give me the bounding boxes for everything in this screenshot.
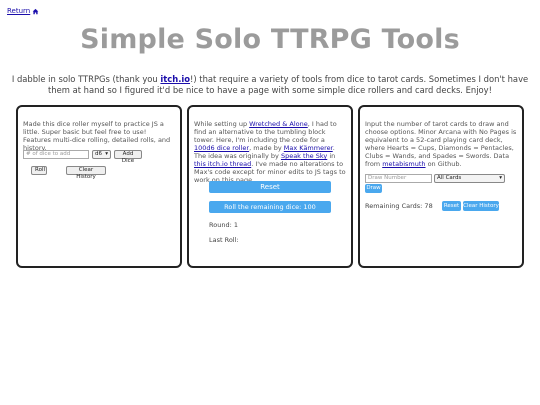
return-label: Return [7, 7, 31, 15]
draw-button[interactable]: Draw [365, 184, 382, 193]
die-type-select[interactable]: d6 ▾ [92, 150, 111, 159]
roll-button[interactable]: Roll [31, 166, 47, 175]
clear-history-button[interactable]: Clear History [66, 166, 106, 180]
reset-button[interactable]: Reset [209, 181, 331, 193]
tarot-panel: Input the number of tarot cards to draw … [358, 105, 524, 268]
home-icon [32, 8, 39, 14]
num-dice-input[interactable]: # of dice to add [23, 150, 89, 159]
itch-io-link[interactable]: itch.io [160, 74, 190, 84]
draw-number-input[interactable]: Draw Number [365, 174, 432, 183]
tower-text-3: , made by [249, 144, 284, 152]
remaining-cards: Remaining Cards: 78 [365, 202, 433, 210]
tarot-text-2: on Github. [425, 160, 462, 168]
last-roll-label: Last Roll: [209, 236, 239, 244]
die-type-value: d6 [95, 151, 102, 157]
roll-remaining-button[interactable]: Roll the remaining dice: 100 [209, 201, 331, 213]
add-dice-button[interactable]: Add Dice [114, 150, 142, 164]
wretched-alone-link[interactable]: Wretched & Alone [249, 120, 308, 128]
dice-roller-link[interactable]: 100d6 dice roller [194, 144, 249, 152]
chevron-down-icon: ▾ [105, 151, 108, 157]
speak-the-sky-link[interactable]: Speak the Sky [281, 152, 327, 160]
tower-text-1: While setting up [194, 120, 250, 128]
dice-roller-description: Made this dice roller myself to practice… [23, 120, 171, 152]
itch-thread-link[interactable]: this itch.io thread [194, 160, 251, 168]
tower-text-5: in [327, 152, 336, 160]
card-options-select[interactable]: All Cards ▾ [434, 174, 505, 183]
tarot-description: Input the number of tarot cards to draw … [365, 120, 517, 168]
page-title: Simple Solo TTRPG Tools [80, 24, 460, 55]
dice-roller-panel: Made this dice roller myself to practice… [16, 105, 182, 268]
tarot-clear-history-button[interactable]: Clear History [463, 201, 499, 211]
tower-alternative-panel: While setting up Wretched & Alone, I had… [187, 105, 353, 268]
intro-part-1: I dabble in solo TTRPGs (thank you [11, 74, 161, 84]
tower-description: While setting up Wretched & Alone, I had… [194, 120, 346, 184]
return-link[interactable]: Return [7, 7, 39, 15]
card-option-value: All Cards [437, 175, 462, 181]
round-counter: Round: 1 [209, 221, 238, 229]
metabismuth-link[interactable]: metabismuth [382, 160, 425, 168]
max-kammerer-link[interactable]: Max Kämmerer [284, 144, 333, 152]
tarot-reset-button[interactable]: Reset [442, 201, 461, 211]
intro-text: I dabble in solo TTRPGs (thank you itch.… [6, 74, 534, 96]
chevron-down-icon: ▾ [499, 175, 502, 181]
